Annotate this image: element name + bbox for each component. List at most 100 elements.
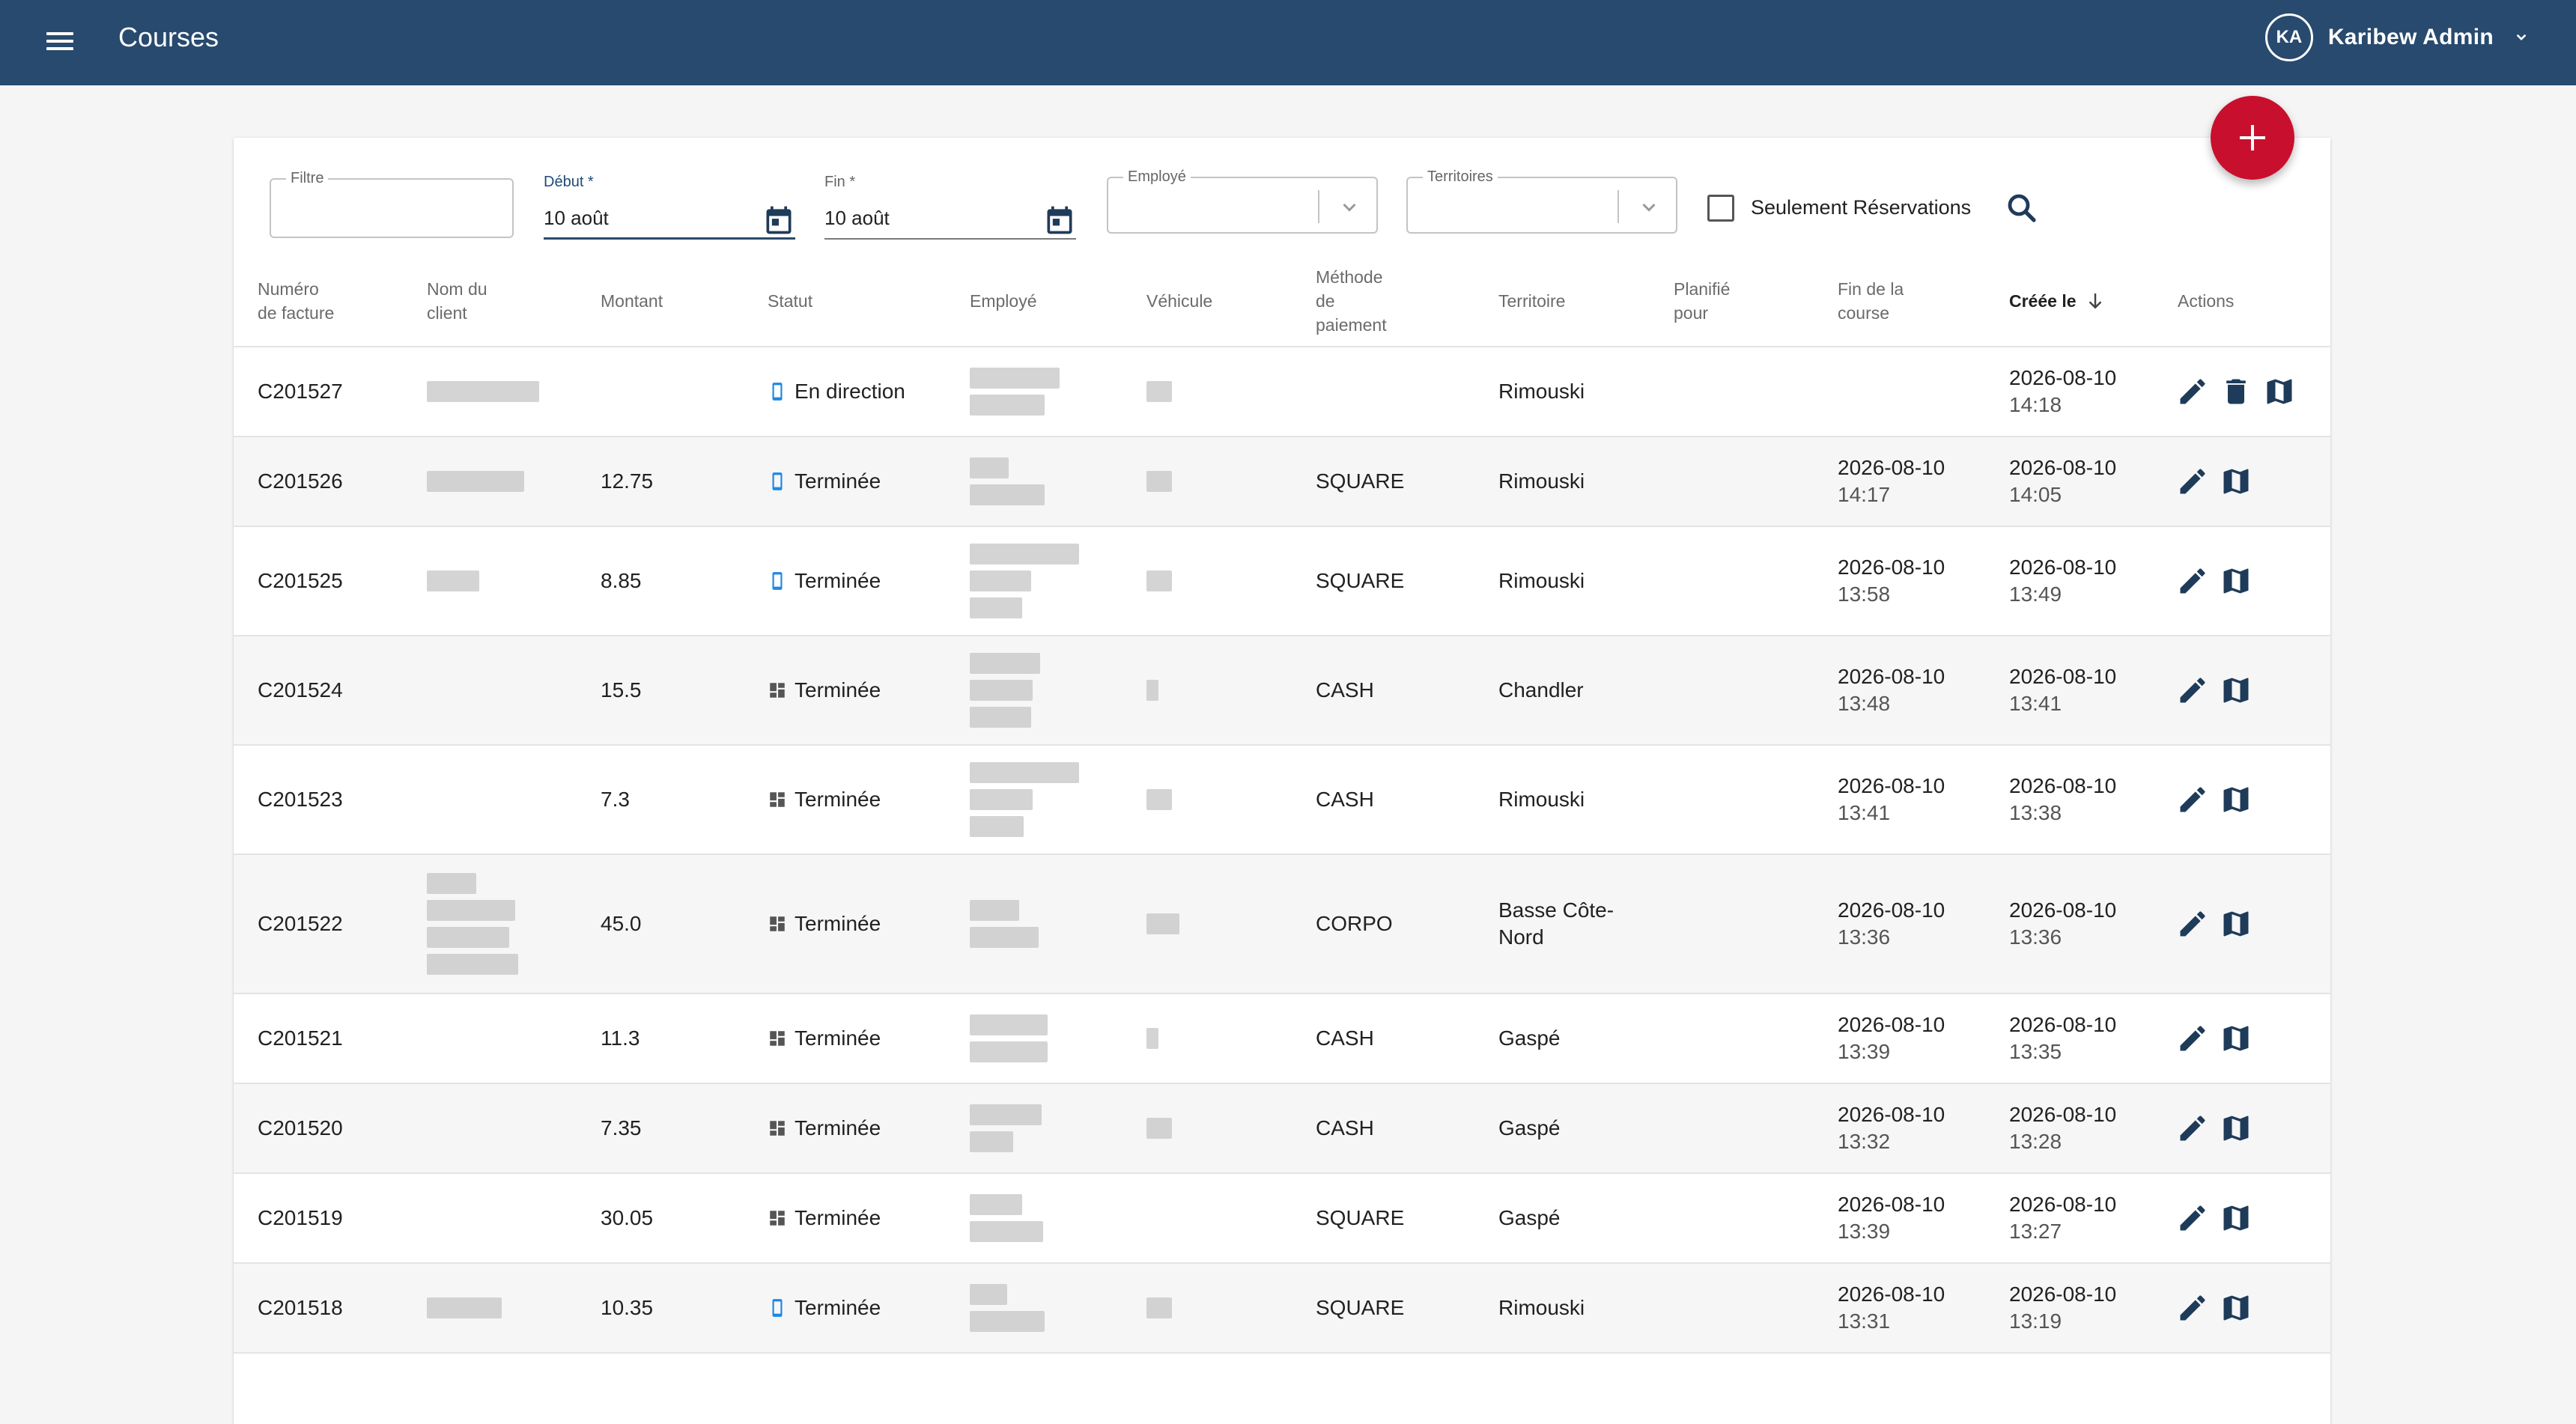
table-row[interactable]: C201527 En direction Rimouski 2026-08-10… (234, 347, 2330, 437)
edit-icon[interactable] (2176, 565, 2209, 597)
client-name-cell (427, 1264, 502, 1352)
created-date: 2026-08-10 (2009, 665, 2117, 688)
menu-icon[interactable] (39, 20, 81, 62)
header-methode-label: Méthode de paiement (1316, 267, 1387, 335)
edit-icon[interactable] (2176, 1202, 2209, 1235)
amount: 7.3 (601, 788, 630, 811)
invoice-number: C201523 (258, 788, 343, 811)
invoice-number: C201527 (258, 380, 343, 403)
table-row[interactable]: C201526 12.75 Terminée SQUARE Rimouski 2… (234, 437, 2330, 527)
edit-icon[interactable] (2176, 375, 2209, 408)
header-territoire[interactable]: Territoire (1498, 255, 1565, 347)
edit-icon[interactable] (2176, 783, 2209, 816)
end-date: 2026-08-10 (1838, 665, 1945, 688)
map-icon[interactable] (2220, 674, 2253, 707)
delete-icon[interactable] (2220, 375, 2253, 408)
map-icon[interactable] (2220, 465, 2253, 498)
end-datetime: 2026-08-10 14:17 (1838, 437, 1945, 526)
status-cell: Terminée (768, 527, 881, 635)
created-datetime: 2026-08-10 13:38 (2009, 746, 2116, 854)
add-course-button[interactable] (2211, 96, 2294, 180)
header-fin[interactable]: Fin de la course (1838, 255, 1920, 347)
header-employe[interactable]: Employé (970, 255, 1036, 347)
reservations-checkbox[interactable] (1707, 195, 1734, 222)
table-row[interactable]: C201525 8.85 Terminée SQUARE Rimouski 20… (234, 527, 2330, 636)
redacted-block (970, 816, 1024, 837)
map-icon[interactable] (2220, 1291, 2253, 1324)
edit-icon[interactable] (2176, 907, 2209, 940)
actions-cell (2176, 1084, 2253, 1172)
map-icon[interactable] (2220, 1202, 2253, 1235)
redacted-block (970, 597, 1022, 618)
edit-icon[interactable] (2176, 465, 2209, 498)
redacted-block (1146, 471, 1172, 492)
end-time: 13:39 (1838, 1040, 1891, 1063)
end-time: 13:58 (1838, 582, 1891, 606)
actions-cell (2176, 527, 2253, 635)
end-date-value: 10 août (824, 207, 890, 229)
start-date-field[interactable]: Début * 10 août (544, 169, 795, 240)
invoice-number: C201522 (258, 912, 343, 935)
payment-method: CASH (1316, 788, 1374, 811)
filter-input[interactable]: Filtre (270, 169, 514, 238)
map-icon[interactable] (2263, 375, 2296, 408)
header-statut[interactable]: Statut (768, 255, 812, 347)
chevron-down-icon[interactable] (1635, 193, 1662, 220)
table-row[interactable]: C201518 10.35 Terminée SQUARE Rimouski 2… (234, 1264, 2330, 1354)
vehicle-cell (1146, 855, 1179, 993)
map-icon[interactable] (2220, 907, 2253, 940)
created-datetime: 2026-08-10 14:05 (2009, 437, 2116, 526)
territory: Rimouski (1498, 569, 1585, 592)
territories-select[interactable]: Territoires (1406, 168, 1677, 234)
redacted-block (427, 381, 539, 402)
redacted-block (1146, 570, 1172, 591)
employee-cell (970, 746, 1079, 854)
end-time: 13:36 (1838, 925, 1891, 949)
end-datetime: 2026-08-10 13:39 (1838, 994, 1945, 1083)
employee-cell (970, 1084, 1042, 1172)
table-row[interactable]: C201522 45.0 Terminée CORPO Basse Côte-N… (234, 855, 2330, 994)
redacted-block (970, 1104, 1042, 1125)
employee-select[interactable]: Employé (1107, 168, 1378, 234)
redacted-block (970, 680, 1033, 701)
end-date-label: Fin * (824, 174, 856, 190)
header-methode[interactable]: Méthode de paiement (1316, 255, 1406, 347)
end-datetime: 2026-08-10 13:58 (1838, 527, 1945, 635)
edit-icon[interactable] (2176, 674, 2209, 707)
map-icon[interactable] (2220, 1112, 2253, 1145)
table-row[interactable]: C201520 7.35 Terminée CASH Gaspé 2026-08… (234, 1084, 2330, 1174)
header-numero[interactable]: Numéro de facture (258, 255, 340, 347)
header-planifie[interactable]: Planifié pour (1674, 255, 1749, 347)
calendar-icon[interactable] (1043, 204, 1076, 237)
invoice-number: C201524 (258, 678, 343, 702)
amount: 8.85 (601, 569, 642, 592)
table-row[interactable]: C201524 15.5 Terminée CASH Chandler 2026… (234, 636, 2330, 746)
user-menu-button[interactable]: KA Karibew Admin (2264, 13, 2531, 61)
calendar-icon[interactable] (762, 204, 795, 237)
edit-icon[interactable] (2176, 1022, 2209, 1055)
header-creee[interactable]: Créée le (2009, 255, 2106, 347)
header-vehicule[interactable]: Véhicule (1146, 255, 1212, 347)
dashboard-icon (768, 1208, 787, 1229)
map-icon[interactable] (2220, 565, 2253, 597)
chevron-down-icon[interactable] (1336, 193, 1363, 220)
territory: Rimouski (1498, 788, 1585, 811)
search-icon[interactable] (2004, 190, 2040, 226)
table-row[interactable]: C201523 7.3 Terminée CASH Rimouski 2026-… (234, 746, 2330, 855)
edit-icon[interactable] (2176, 1112, 2209, 1145)
table-row[interactable]: C201521 11.3 Terminée CASH Gaspé 2026-08… (234, 994, 2330, 1084)
territory: Rimouski (1498, 469, 1585, 493)
header-montant[interactable]: Montant (601, 255, 663, 347)
payment-method: SQUARE (1316, 569, 1405, 592)
edit-icon[interactable] (2176, 1291, 2209, 1324)
end-date-field[interactable]: Fin * 10 août (824, 169, 1076, 240)
table-row[interactable]: C201519 30.05 Terminée SQUARE Gaspé 2026… (234, 1174, 2330, 1264)
header-client[interactable]: Nom du client (427, 255, 509, 347)
created-time: 13:28 (2009, 1130, 2062, 1153)
map-icon[interactable] (2220, 783, 2253, 816)
map-icon[interactable] (2220, 1022, 2253, 1055)
payment-method: SQUARE (1316, 469, 1405, 493)
end-time: 13:32 (1838, 1130, 1891, 1153)
redacted-block (970, 927, 1039, 948)
redacted-block (1146, 1118, 1172, 1139)
